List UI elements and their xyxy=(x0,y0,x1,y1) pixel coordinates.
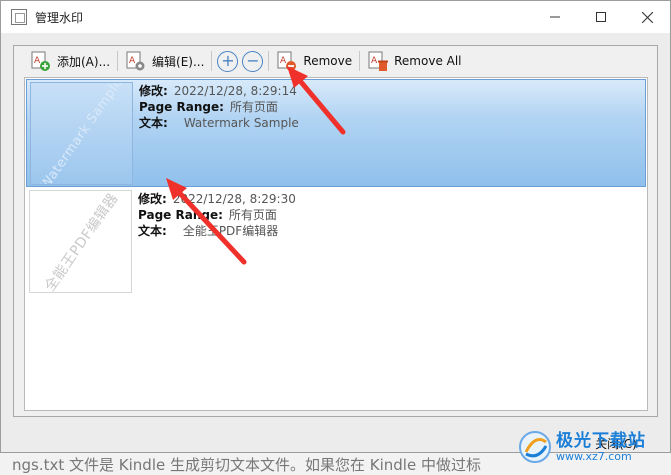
svg-text:A: A xyxy=(129,56,136,66)
logo-sub-text: www.xz7.com xyxy=(556,450,632,463)
toolbar: A 添加(A)... A 编辑(E)... + − A Remove A Rem… xyxy=(14,46,657,76)
watermark-list-item[interactable]: 全能王PDF编辑器 修改: 2022/12/28, 8:29:30 Page R… xyxy=(26,188,646,296)
watermark-details: 修改: 2022/12/28, 8:29:14 Page Range: 所有页面… xyxy=(139,83,299,131)
toolbar-divider xyxy=(359,51,361,71)
toolbar-divider xyxy=(211,51,213,71)
remove-button-label: Remove xyxy=(303,54,353,68)
watermark-list: Watermark Sample 修改: 2022/12/28, 8:29:14… xyxy=(24,77,648,411)
edit-watermark-icon: A xyxy=(126,51,145,71)
edit-button-label: 编辑(E)... xyxy=(152,54,205,69)
maximize-icon xyxy=(596,12,606,22)
thumbnail-text: Watermark Sample xyxy=(37,82,126,185)
modified-label: 修改: xyxy=(139,84,168,98)
maximize-button[interactable] xyxy=(578,1,624,33)
toolbar-divider xyxy=(268,51,270,71)
remove-all-button-label: Remove All xyxy=(394,54,462,68)
toolbar-divider xyxy=(117,51,119,71)
modified-value: 2022/12/28, 8:29:14 xyxy=(173,84,297,98)
text-label: 文本: xyxy=(138,224,167,238)
watermark-thumbnail: Watermark Sample xyxy=(30,82,133,185)
remove-all-button[interactable]: A Remove All xyxy=(363,48,465,74)
window-controls xyxy=(532,1,670,33)
app-icon xyxy=(11,9,27,25)
edit-button[interactable]: A 编辑(E)... xyxy=(121,48,208,74)
logo-icon xyxy=(519,431,551,463)
zoom-in-button[interactable]: + xyxy=(217,50,239,72)
watermark-details: 修改: 2022/12/28, 8:29:30 Page Range: 所有页面… xyxy=(138,191,296,239)
watermark-panel: A 添加(A)... A 编辑(E)... + − A Remove A Rem… xyxy=(13,45,658,417)
bg-bottom-text: ngs.txt 文件是 Kindle 生成剪切文本文件。如果您在 Kindle … xyxy=(12,456,481,474)
svg-text:A: A xyxy=(34,56,41,66)
close-window-button[interactable] xyxy=(624,1,670,33)
svg-text:A: A xyxy=(280,56,287,66)
thumbnail-text: 全能王PDF编辑器 xyxy=(41,190,122,293)
add-button[interactable]: A 添加(A)... xyxy=(26,48,114,74)
remove-all-icon: A xyxy=(368,51,389,71)
add-button-label: 添加(A)... xyxy=(57,54,111,69)
modified-label: 修改: xyxy=(138,192,167,206)
manage-watermark-dialog: 管理水印 A 添加(A)... A 编辑(E)... + − A Remove … xyxy=(0,0,671,453)
text-label: 文本: xyxy=(139,116,168,130)
text-value: Watermark Sample xyxy=(183,116,299,130)
page-range-value: 所有页面 xyxy=(229,100,278,114)
window-title: 管理水印 xyxy=(35,10,84,25)
site-logo: 极光下载站 www.xz7.com xyxy=(518,426,668,468)
remove-button[interactable]: A Remove xyxy=(272,48,356,74)
plus-icon: + xyxy=(221,51,235,70)
page-range-label: Page Range: xyxy=(138,208,223,222)
page-range-label: Page Range: xyxy=(139,100,224,114)
watermark-list-item-selected[interactable]: Watermark Sample 修改: 2022/12/28, 8:29:14… xyxy=(26,79,646,187)
zoom-out-button[interactable]: − xyxy=(242,50,264,72)
minus-icon: − xyxy=(246,51,260,70)
logo-main-text: 极光下载站 xyxy=(556,431,646,451)
close-icon xyxy=(641,11,653,23)
svg-text:A: A xyxy=(371,56,378,66)
page-range-value: 所有页面 xyxy=(228,208,277,222)
minimize-icon xyxy=(550,16,560,18)
title-bar[interactable]: 管理水印 xyxy=(1,1,670,33)
add-watermark-icon: A xyxy=(31,51,50,71)
remove-watermark-icon: A xyxy=(277,51,297,71)
text-value: 全能王PDF编辑器 xyxy=(182,224,279,238)
minimize-button[interactable] xyxy=(532,1,578,33)
watermark-thumbnail: 全能王PDF编辑器 xyxy=(29,190,132,293)
modified-value: 2022/12/28, 8:29:30 xyxy=(172,192,296,206)
